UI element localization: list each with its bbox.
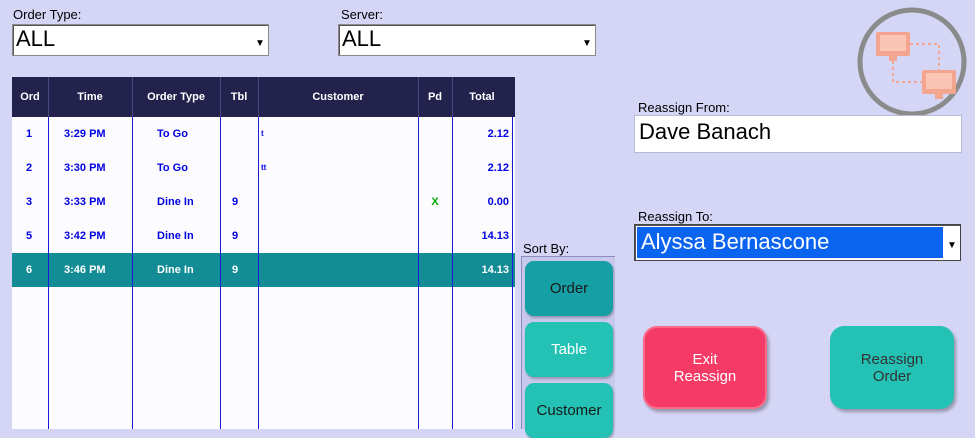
cell-ord: 5 [26, 230, 33, 242]
chevron-down-icon[interactable]: ▼ [580, 26, 594, 54]
reassign-to-select[interactable]: Alyssa Bernascone ▼ [634, 224, 961, 261]
table-row[interactable]: 3 3:33 PM Dine In 9 X 0.00 [12, 185, 515, 219]
cell-time: 3:42 PM [64, 230, 106, 242]
server-label: Server: [341, 7, 383, 22]
table-row[interactable]: 6 3:46 PM Dine In 9 14.13 [12, 253, 515, 287]
order-type-label: Order Type: [13, 7, 82, 22]
cell-ord: 1 [26, 128, 33, 140]
table-row[interactable]: 2 3:30 PM To Go tt 2.12 [12, 151, 515, 185]
cell-customer [261, 253, 411, 287]
sort-order-button[interactable]: Order [525, 261, 613, 316]
server-value: ALL [342, 26, 382, 51]
cell-ord: 2 [26, 162, 33, 174]
column-header-ord[interactable]: Ord [12, 77, 48, 117]
cell-type: Dine In [157, 264, 194, 276]
header-divider [418, 77, 419, 117]
network-transfer-icon[interactable] [852, 0, 975, 128]
reassign-to-label: Reassign To: [638, 209, 713, 224]
cell-type: To Go [157, 128, 188, 140]
column-divider [132, 117, 133, 429]
column-divider [452, 117, 453, 429]
cell-tbl: 9 [232, 230, 239, 242]
cell-total: 14.13 [481, 264, 509, 276]
header-divider [452, 77, 453, 117]
cell-tbl: 9 [232, 196, 239, 208]
cell-time: 3:29 PM [64, 128, 106, 140]
exit-button-line1: Exit [692, 350, 718, 368]
cell-pd: X [431, 196, 439, 208]
column-divider [220, 117, 221, 429]
cell-total: 0.00 [487, 196, 509, 208]
column-divider [512, 117, 513, 429]
column-divider [48, 117, 49, 429]
cell-time: 3:30 PM [64, 162, 106, 174]
server-select[interactable]: ALL ▼ [338, 24, 596, 56]
sort-panel: Order Table Customer [521, 256, 615, 438]
reassign-from-field: Dave Banach [634, 115, 962, 153]
cell-customer: tt [261, 163, 267, 172]
order-type-select[interactable]: ALL ▼ [12, 24, 269, 56]
sort-by-label: Sort By: [523, 241, 570, 256]
orders-table[interactable]: Ord Time Order Type Tbl Customer Pd Tota… [12, 77, 515, 429]
header-divider [220, 77, 221, 117]
cell-ord: 6 [26, 264, 33, 276]
reassign-to-value: Alyssa Bernascone [641, 229, 830, 254]
cell-time: 3:46 PM [64, 264, 106, 276]
table-header: Ord Time Order Type Tbl Customer Pd Tota… [12, 77, 515, 117]
column-divider [418, 117, 419, 429]
column-header-pd[interactable]: Pd [418, 77, 452, 117]
sort-customer-label: Customer [536, 402, 602, 419]
column-header-tbl[interactable]: Tbl [220, 77, 258, 117]
cell-total: 2.12 [487, 162, 509, 174]
cell-customer: t [261, 129, 264, 138]
reassign-order-button[interactable]: Reassign Order [830, 326, 954, 409]
chevron-down-icon[interactable]: ▼ [945, 226, 959, 259]
exit-reassign-button[interactable]: Exit Reassign [643, 326, 767, 409]
cell-type: Dine In [157, 196, 194, 208]
table-row[interactable]: 1 3:29 PM To Go t 2.12 [12, 117, 515, 151]
cell-customer [261, 185, 411, 219]
header-divider [132, 77, 133, 117]
cell-tbl [232, 117, 256, 151]
cell-time: 3:33 PM [64, 196, 106, 208]
cell-type: To Go [157, 162, 188, 174]
cell-total: 14.13 [481, 230, 509, 242]
column-header-time[interactable]: Time [48, 77, 132, 117]
chevron-down-icon[interactable]: ▼ [253, 26, 267, 54]
column-header-total[interactable]: Total [452, 77, 512, 117]
header-divider [258, 77, 259, 117]
sort-table-label: Table [551, 341, 587, 358]
reassign-button-line2: Order [872, 367, 912, 385]
cell-tbl: 9 [232, 264, 239, 276]
order-type-value: ALL [16, 26, 56, 51]
column-divider [258, 117, 259, 429]
cell-type: Dine In [157, 230, 194, 242]
cell-total: 2.12 [487, 128, 509, 140]
cell-pd [418, 219, 452, 253]
sort-table-button[interactable]: Table [525, 322, 613, 377]
reassign-button-line1: Reassign [860, 350, 924, 368]
cell-customer [261, 219, 411, 253]
cell-tbl [232, 151, 256, 185]
header-divider [48, 77, 49, 117]
cell-pd [418, 117, 452, 151]
sort-order-label: Order [549, 280, 589, 297]
cell-pd [418, 253, 452, 287]
column-header-customer[interactable]: Customer [258, 77, 418, 117]
reassign-from-value: Dave Banach [639, 119, 772, 144]
table-row[interactable]: 5 3:42 PM Dine In 9 14.13 [12, 219, 515, 253]
column-header-order-type[interactable]: Order Type [132, 77, 220, 117]
exit-button-line2: Reassign [673, 367, 737, 385]
cell-pd [418, 151, 452, 185]
reassign-from-label: Reassign From: [638, 100, 730, 115]
sort-customer-button[interactable]: Customer [525, 383, 613, 438]
cell-ord: 3 [26, 196, 33, 208]
